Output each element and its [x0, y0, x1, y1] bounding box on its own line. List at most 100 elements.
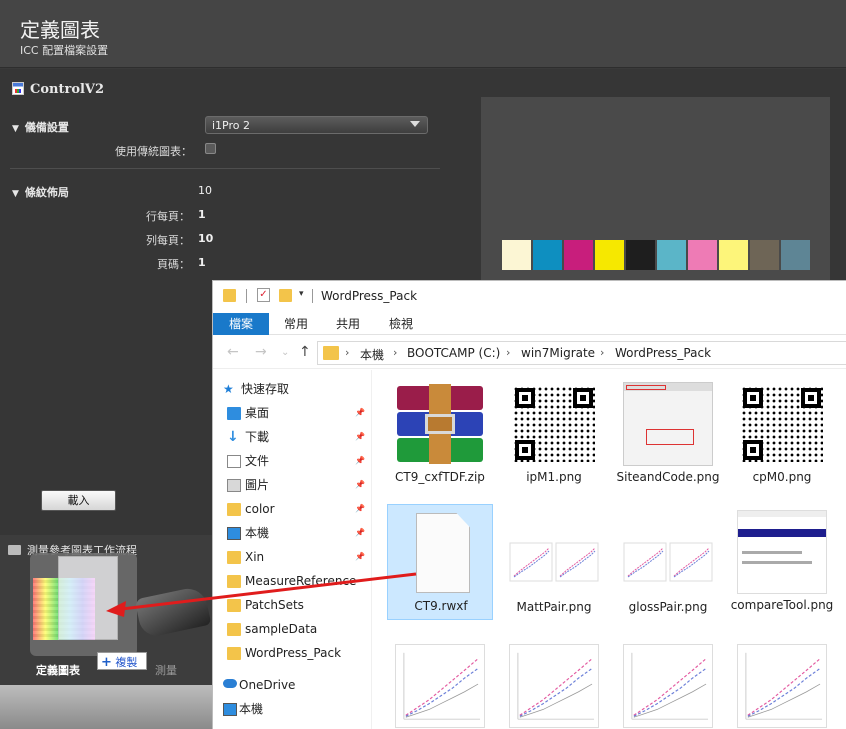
- nav-item[interactable]: 下載: [245, 426, 269, 448]
- desktop-icon: [227, 407, 241, 420]
- color-swatch: [657, 240, 686, 270]
- chevron-right-icon[interactable]: ›: [393, 346, 397, 359]
- legacy-chart-label: 使用傳統圖表：: [115, 145, 192, 158]
- nav-item[interactable]: OneDrive: [239, 674, 295, 696]
- folder-icon: [227, 623, 241, 636]
- nav-item[interactable]: WordPress_Pack: [245, 642, 341, 664]
- qr-finder-pattern: [743, 440, 763, 460]
- app-subtitle: ICC 配置檔案設置: [20, 44, 109, 57]
- layout-section-toggle[interactable]: ▼ 條紋佈局: [12, 184, 69, 200]
- device-section-toggle[interactable]: ▼ 儀備設置: [12, 119, 69, 135]
- tab-view[interactable]: 檢視: [380, 313, 422, 335]
- file-item[interactable]: CT21C-gloss.pn: [501, 638, 607, 729]
- control-title: ControlV2: [12, 82, 104, 97]
- qr-finder-pattern: [515, 388, 535, 408]
- breadcrumb-item[interactable]: WordPress_Pack: [615, 346, 711, 360]
- address-bar[interactable]: › 本機 › BOOTCAMP (C:) › win7Migrate › Wor…: [317, 341, 846, 365]
- file-name: glossPair.png: [628, 600, 708, 614]
- file-item[interactable]: compareTool.png: [729, 504, 835, 622]
- pin-icon[interactable]: 📌: [355, 480, 365, 489]
- recent-dropdown-icon[interactable]: ⌄: [281, 347, 289, 358]
- tab-file[interactable]: 檔案: [213, 313, 269, 335]
- printer-icon: [8, 545, 21, 555]
- rows-value[interactable]: 1: [198, 208, 206, 221]
- blank-file-icon: [396, 511, 486, 595]
- nav-item[interactable]: 本機: [239, 698, 263, 720]
- ribbon-tabs: 檔案 常用 共用 檢視: [213, 313, 846, 335]
- star-icon: ★: [223, 382, 234, 396]
- pin-icon[interactable]: 📌: [355, 456, 365, 465]
- file-item[interactable]: CT9_cxfTDF.zip: [387, 376, 493, 494]
- nav-item[interactable]: color: [245, 498, 275, 520]
- nav-item[interactable]: Xin: [245, 546, 264, 568]
- rows-label: 行每頁：: [146, 210, 190, 223]
- pin-icon[interactable]: 📌: [355, 528, 365, 537]
- quick-access-dropdown-icon[interactable]: ▾: [299, 289, 304, 299]
- chevron-right-icon[interactable]: ›: [345, 346, 349, 359]
- nav-item[interactable]: PatchSets: [245, 594, 304, 616]
- explorer-titlebar: ✓ ▾ WordPress_Pack: [213, 281, 846, 313]
- breadcrumb-item[interactable]: win7Migrate: [521, 346, 595, 360]
- tab-home[interactable]: 常用: [275, 313, 317, 335]
- winrar-archive-icon: [395, 382, 485, 466]
- chart-pair-thumbnail: [509, 542, 599, 582]
- cols-value[interactable]: 10: [198, 232, 213, 245]
- chevron-right-icon[interactable]: ›: [600, 346, 604, 359]
- file-grid: CT9_cxfTDF.zip ipM1.png SiteandCode.png cpM…: [372, 370, 846, 729]
- divider: [10, 168, 440, 169]
- chart-thumbnail: [737, 644, 827, 728]
- file-item[interactable]: CT21M-glossD.: [615, 638, 721, 729]
- layout-value: 10: [198, 184, 212, 197]
- file-item[interactable]: CT21C-glossD.p: [387, 638, 493, 729]
- file-item[interactable]: ipM1.png: [501, 376, 607, 494]
- nav-item[interactable]: 快速存取: [241, 378, 289, 400]
- breadcrumb-item[interactable]: 本機: [360, 346, 384, 363]
- qr-code-thumbnail: [737, 382, 827, 466]
- back-arrow-icon[interactable]: ←: [227, 344, 239, 360]
- pin-icon[interactable]: 📌: [355, 552, 365, 561]
- color-swatch: [533, 240, 562, 270]
- color-swatch: [719, 240, 748, 270]
- nav-item[interactable]: 桌面: [245, 402, 269, 424]
- computer-icon: [223, 703, 237, 716]
- folder-icon: [227, 551, 241, 564]
- qr-finder-pattern: [573, 388, 593, 408]
- file-item[interactable]: CT9.rwxf: [387, 504, 493, 620]
- new-folder-icon[interactable]: [279, 289, 292, 302]
- chart-thumbnail: [509, 644, 599, 728]
- load-button[interactable]: 載入: [41, 490, 116, 511]
- forward-arrow-icon[interactable]: →: [255, 344, 267, 360]
- nav-item[interactable]: 文件: [245, 450, 269, 472]
- file-item[interactable]: SiteandCode.png: [615, 376, 721, 494]
- device-select-value: i1Pro 2: [212, 119, 251, 132]
- plus-icon: +: [101, 655, 112, 670]
- nav-item[interactable]: sampleData: [245, 618, 317, 640]
- device-select[interactable]: i1Pro 2: [205, 116, 428, 134]
- folder-icon: [323, 346, 339, 360]
- file-item[interactable]: CT21M-gloss.p: [729, 638, 835, 729]
- file-item[interactable]: glossPair.png: [615, 504, 721, 622]
- qr-finder-pattern: [801, 388, 821, 408]
- device-section-label: 儀備設置: [24, 121, 69, 134]
- properties-icon[interactable]: ✓: [257, 288, 270, 302]
- pages-value[interactable]: 1: [198, 256, 206, 269]
- download-icon: ↓: [227, 429, 239, 445]
- triangle-down-icon: ▼: [12, 124, 19, 134]
- up-arrow-icon[interactable]: ↑: [299, 344, 311, 360]
- chevron-right-icon[interactable]: ›: [506, 346, 510, 359]
- pin-icon[interactable]: 📌: [355, 432, 365, 441]
- legacy-chart-checkbox[interactable]: [205, 143, 216, 154]
- cloud-icon: [223, 679, 237, 688]
- nav-item[interactable]: 圖片: [245, 474, 269, 496]
- color-swatch: [595, 240, 624, 270]
- window-title: WordPress_Pack: [321, 289, 418, 303]
- file-item[interactable]: MattPair.png: [501, 504, 607, 622]
- nav-item[interactable]: 本機: [245, 522, 269, 544]
- tab-share[interactable]: 共用: [327, 313, 369, 335]
- qr-finder-pattern: [515, 440, 535, 460]
- breadcrumb-item[interactable]: BOOTCAMP (C:): [407, 346, 500, 360]
- pin-icon[interactable]: 📌: [355, 504, 365, 513]
- file-item[interactable]: cpM0.png: [729, 376, 835, 494]
- pin-icon[interactable]: 📌: [355, 408, 365, 417]
- nav-item[interactable]: MeasureReference: [245, 570, 356, 592]
